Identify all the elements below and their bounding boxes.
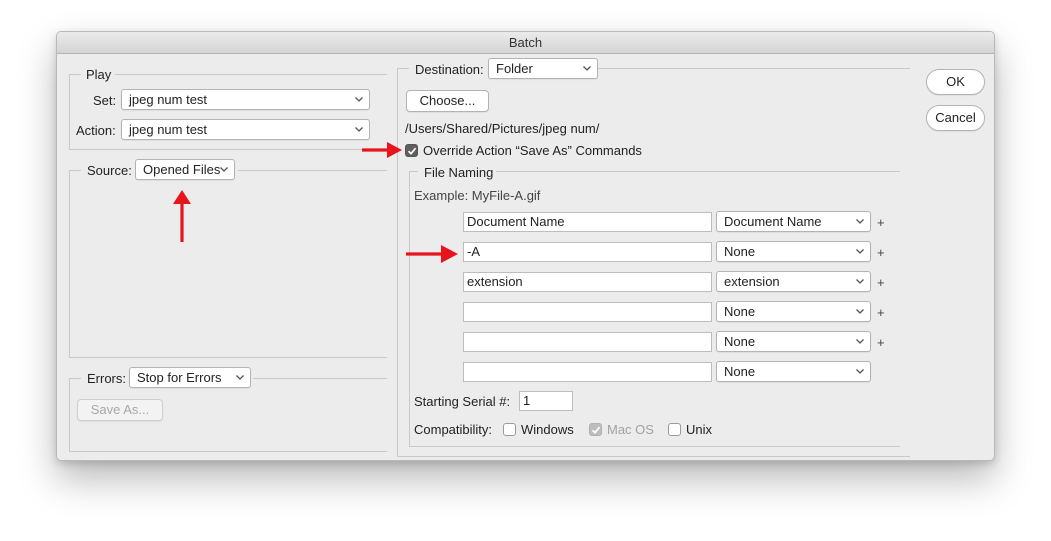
add-row-icon[interactable]: + (877, 305, 885, 320)
action-select-value: jpeg num test (129, 122, 208, 137)
destination-group-border-left (397, 68, 398, 457)
source-group-border-left (69, 170, 70, 358)
chevron-down-icon (582, 59, 592, 78)
errors-label: Errors: (87, 371, 126, 386)
chevron-down-icon (855, 302, 865, 321)
set-label: Set: (93, 93, 117, 108)
destination-group-border-bottom (397, 456, 910, 457)
source-group-border-top-right (238, 170, 387, 171)
starting-serial-input[interactable]: 1 (519, 391, 573, 411)
override-save-as-checkbox[interactable] (405, 144, 418, 157)
set-select[interactable]: jpeg num test (121, 89, 370, 110)
compatibility-label: Compatibility: (414, 422, 493, 437)
window-title: Batch (57, 32, 994, 54)
add-row-icon[interactable]: + (877, 275, 885, 290)
naming-text-field-5[interactable] (463, 332, 712, 352)
naming-select-4-value: None (724, 304, 756, 319)
destination-path: /Users/Shared/Pictures/jpeg num/ (405, 121, 600, 136)
errors-group-border-bottom (69, 451, 387, 452)
naming-select-5[interactable]: None (716, 331, 871, 352)
naming-select-4[interactable]: None (716, 301, 871, 322)
add-row-icon[interactable]: + (877, 335, 885, 350)
naming-select-5-value: None (724, 334, 756, 349)
mac-os-label: Mac OS (607, 422, 654, 437)
chevron-down-icon (354, 120, 364, 139)
chevron-down-icon (855, 272, 865, 291)
source-select-value: Opened Files (143, 162, 221, 177)
mac-os-checkbox (589, 423, 602, 436)
play-group-label: Play (86, 67, 112, 82)
play-group-border-top-right (115, 74, 387, 75)
action-label: Action: (76, 123, 116, 138)
naming-text-field-4[interactable] (463, 302, 712, 322)
chevron-down-icon (855, 212, 865, 231)
naming-text-field-3[interactable]: extension (463, 272, 712, 292)
naming-select-6[interactable]: None (716, 361, 871, 382)
naming-select-2[interactable]: None (716, 241, 871, 262)
naming-select-3-value: extension (724, 274, 780, 289)
source-select[interactable]: Opened Files (135, 159, 235, 180)
source-group-border-top-left (69, 170, 81, 171)
action-select[interactable]: jpeg num test (121, 119, 370, 140)
cancel-button[interactable]: Cancel (926, 105, 985, 131)
play-group-border-top-left (69, 74, 81, 75)
chevron-down-icon (855, 242, 865, 261)
chevron-down-icon (855, 362, 865, 381)
chevron-down-icon (855, 332, 865, 351)
override-save-as-label: Override Action “Save As” Commands (423, 143, 642, 158)
annotation-arrow-right-icon (406, 245, 458, 263)
errors-group-border-left (69, 378, 70, 452)
checkmark-icon (407, 147, 417, 155)
choose-button[interactable]: Choose... (406, 90, 489, 112)
destination-group-border-top-right (598, 68, 910, 69)
chevron-down-icon (354, 90, 364, 109)
naming-select-1-value: Document Name (724, 214, 822, 229)
windows-checkbox[interactable] (503, 423, 516, 436)
add-row-icon[interactable]: + (877, 215, 885, 230)
file-naming-example: Example: MyFile-A.gif (414, 188, 541, 203)
chevron-down-icon (219, 160, 229, 179)
starting-serial-label: Starting Serial #: (414, 394, 511, 409)
naming-select-6-value: None (724, 364, 756, 379)
file-naming-border-top-right (496, 171, 900, 172)
destination-group-border-top-left (397, 68, 409, 69)
ok-button[interactable]: OK (926, 69, 985, 95)
naming-select-3[interactable]: extension (716, 271, 871, 292)
naming-text-field-2[interactable]: -A (463, 242, 712, 262)
errors-group-border-top-right (253, 378, 387, 379)
file-naming-label: File Naming (424, 165, 494, 180)
chevron-down-icon (235, 368, 245, 387)
play-group-border-left (69, 74, 70, 150)
checkmark-icon (591, 426, 601, 434)
windows-label: Windows (521, 422, 574, 437)
annotation-arrow-up-icon (173, 190, 191, 242)
errors-select-value: Stop for Errors (137, 370, 222, 385)
errors-select[interactable]: Stop for Errors (129, 367, 251, 388)
naming-text-field-6[interactable] (463, 362, 712, 382)
source-label: Source: (87, 163, 132, 178)
destination-label: Destination: (415, 62, 484, 77)
unix-label: Unix (686, 422, 713, 437)
play-group-border-bottom (69, 149, 387, 150)
save-as-button[interactable]: Save As... (77, 399, 163, 421)
destination-select-value: Folder (496, 61, 533, 76)
naming-select-1[interactable]: Document Name (716, 211, 871, 232)
naming-text-field-1[interactable]: Document Name (463, 212, 712, 232)
unix-checkbox[interactable] (668, 423, 681, 436)
source-group-border-bottom (69, 357, 387, 358)
file-naming-border-left (409, 171, 410, 447)
set-select-value: jpeg num test (129, 92, 208, 107)
annotation-arrow-right-icon (362, 142, 402, 158)
file-naming-border-bottom (409, 446, 900, 447)
errors-group-border-top-left (69, 378, 81, 379)
add-row-icon[interactable]: + (877, 245, 885, 260)
naming-select-2-value: None (724, 244, 756, 259)
batch-dialog: Batch Play Set: jpeg num test Action: jp… (56, 31, 995, 461)
file-naming-border-top-left (409, 171, 418, 172)
destination-select[interactable]: Folder (488, 58, 598, 79)
